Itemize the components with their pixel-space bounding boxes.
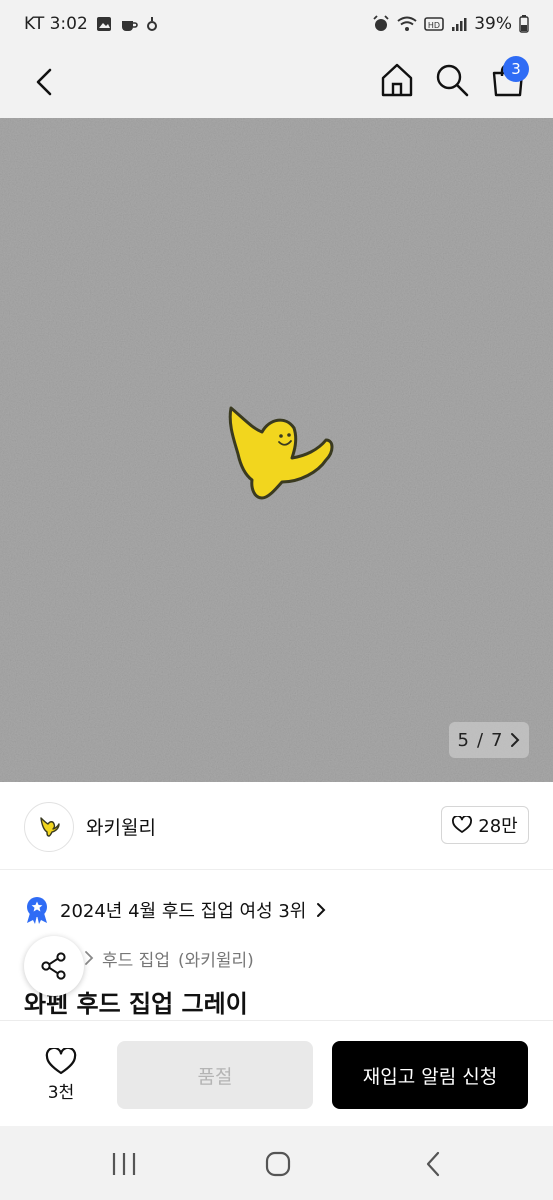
search-button[interactable]	[433, 61, 471, 99]
brand-like-button[interactable]: 28만	[441, 806, 529, 844]
status-time: KT 3:02	[24, 14, 88, 34]
brand-logo[interactable]	[24, 802, 74, 852]
wishlist-count: 3천	[47, 1082, 75, 1103]
system-home-icon	[265, 1151, 291, 1177]
coffee-icon	[120, 16, 138, 32]
heart-icon	[452, 816, 473, 833]
system-back-icon	[426, 1151, 440, 1177]
fabric-texture	[0, 118, 553, 782]
breadcrumb-brand[interactable]: (와키윌리)	[178, 946, 254, 971]
back-button[interactable]	[28, 64, 64, 100]
notification-icon	[146, 16, 158, 32]
top-nav-bar	[0, 48, 553, 118]
search-icon	[436, 64, 469, 97]
battery-percent: 39%	[474, 14, 512, 34]
image-counter-total: 7	[491, 729, 503, 751]
brand-row: 와키윌리 28만	[0, 782, 553, 870]
system-nav-bar	[0, 1126, 553, 1200]
share-icon	[41, 952, 66, 980]
breadcrumb: 후드 집업 (와키윌리)	[84, 944, 254, 972]
share-button[interactable]	[24, 936, 84, 996]
image-counter-separator: /	[476, 729, 484, 751]
product-image[interactable]	[0, 118, 553, 782]
signal-icon	[451, 16, 467, 32]
breadcrumb-category[interactable]: 후드 집업	[102, 946, 170, 971]
ranking-link[interactable]: 2024년 4월 후드 집업 여성 3위	[24, 895, 326, 925]
cart-count-badge: 3	[503, 56, 529, 82]
back-icon	[36, 68, 52, 96]
chevron-right-icon	[85, 951, 94, 965]
medal-icon	[27, 897, 47, 924]
battery-icon	[519, 15, 529, 33]
image-counter[interactable]: 5 / 7	[449, 722, 529, 758]
brand-name[interactable]: 와키윌리	[86, 813, 156, 840]
restock-alert-button[interactable]: 재입고 알림 신청	[332, 1041, 528, 1109]
image-counter-current: 5	[457, 729, 469, 751]
system-back-button[interactable]	[422, 1150, 446, 1178]
system-home-button[interactable]	[264, 1150, 292, 1178]
bottom-action-bar: 3천 품절 재입고 알림 신청	[0, 1020, 553, 1126]
status-bar: KT 3:02 HD 39%	[0, 0, 553, 48]
chevron-right-icon	[511, 733, 520, 747]
heart-icon	[45, 1047, 77, 1074]
home-icon	[381, 63, 413, 97]
chevron-right-icon	[317, 903, 326, 917]
recent-apps-icon	[112, 1153, 136, 1175]
recent-apps-button[interactable]	[110, 1151, 138, 1177]
svg-text:HD: HD	[428, 21, 440, 30]
wifi-icon	[397, 16, 417, 32]
soldout-button[interactable]: 품절	[117, 1041, 313, 1109]
home-button[interactable]	[378, 61, 416, 99]
alarm-icon	[372, 15, 390, 33]
hd-voice-icon: HD	[424, 16, 445, 32]
wishlist-button[interactable]: 3천	[24, 1041, 98, 1109]
ranking-text: 2024년 4월 후드 집업 여성 3위	[60, 901, 307, 922]
brand-like-count: 28만	[478, 816, 518, 837]
brand-logo-icon	[40, 817, 60, 837]
gallery-icon	[96, 16, 112, 32]
